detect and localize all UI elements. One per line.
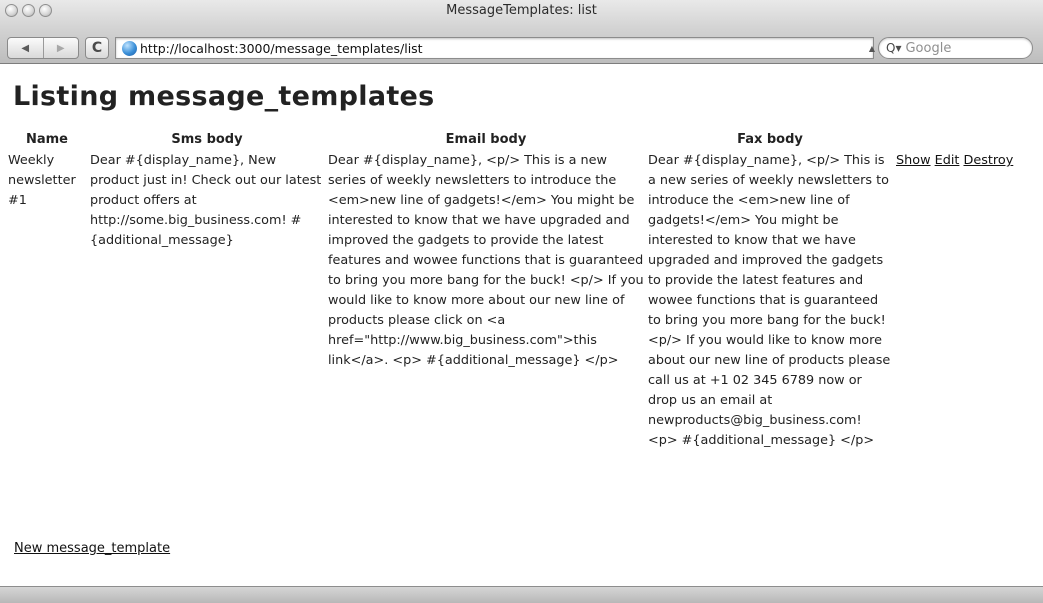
status-bar [0, 586, 1043, 603]
search-field[interactable]: Q▾ Google [878, 37, 1033, 59]
search-placeholder: Google [905, 40, 952, 56]
browser-title-bar: MessageTemplates: list ◀ ▶ C http://loca… [0, 0, 1043, 64]
cell-sms-body: Dear #{display_name}, New product just i… [90, 153, 322, 248]
show-link[interactable]: Show [896, 153, 931, 168]
column-header-name: Name [25, 131, 68, 147]
table-header-row: Name Sms body Email body Fax body [7, 128, 1035, 150]
page-title: Listing message_templates [13, 81, 435, 112]
destroy-link[interactable]: Destroy [963, 153, 1013, 168]
column-header-sms: Sms body [171, 131, 243, 147]
table-row: Weekly newsletter #1 Dear #{display_name… [7, 150, 1035, 451]
globe-icon [122, 40, 137, 56]
url-text[interactable]: http://localhost:3000/message_templates/… [140, 41, 423, 56]
window-title: MessageTemplates: list [446, 3, 597, 18]
search-icon[interactable]: Q▾ [886, 41, 901, 55]
history-nav: ◀ ▶ [7, 37, 79, 59]
column-header-email: Email body [445, 131, 527, 147]
cell-fax-body: Dear #{display_name}, <p/> This is a new… [648, 153, 891, 448]
column-header-actions [895, 128, 1035, 150]
address-dropdown-icon[interactable]: ▲ [866, 37, 878, 59]
forward-arrow-icon: ▶ [56, 42, 65, 54]
reload-icon: C [91, 40, 103, 56]
new-message-template-link[interactable]: New message_template [14, 541, 170, 556]
forward-button[interactable]: ▶ [42, 38, 79, 58]
message-templates-table: Name Sms body Email body Fax body Weekly… [5, 128, 1037, 451]
cell-email-body: Dear #{display_name}, <p/> This is a new… [328, 153, 644, 368]
back-arrow-icon: ◀ [21, 42, 30, 54]
edit-link[interactable]: Edit [935, 153, 960, 168]
column-header-fax: Fax body [737, 131, 803, 147]
cell-name: Weekly newsletter #1 [8, 153, 76, 208]
reload-button[interactable]: C [85, 37, 109, 59]
address-bar[interactable]: http://localhost:3000/message_templates/… [115, 37, 874, 59]
cell-actions: Show Edit Destroy [895, 150, 1035, 451]
page-content: Listing message_templates Name Sms body … [0, 65, 1043, 586]
back-button[interactable]: ◀ [8, 38, 43, 58]
